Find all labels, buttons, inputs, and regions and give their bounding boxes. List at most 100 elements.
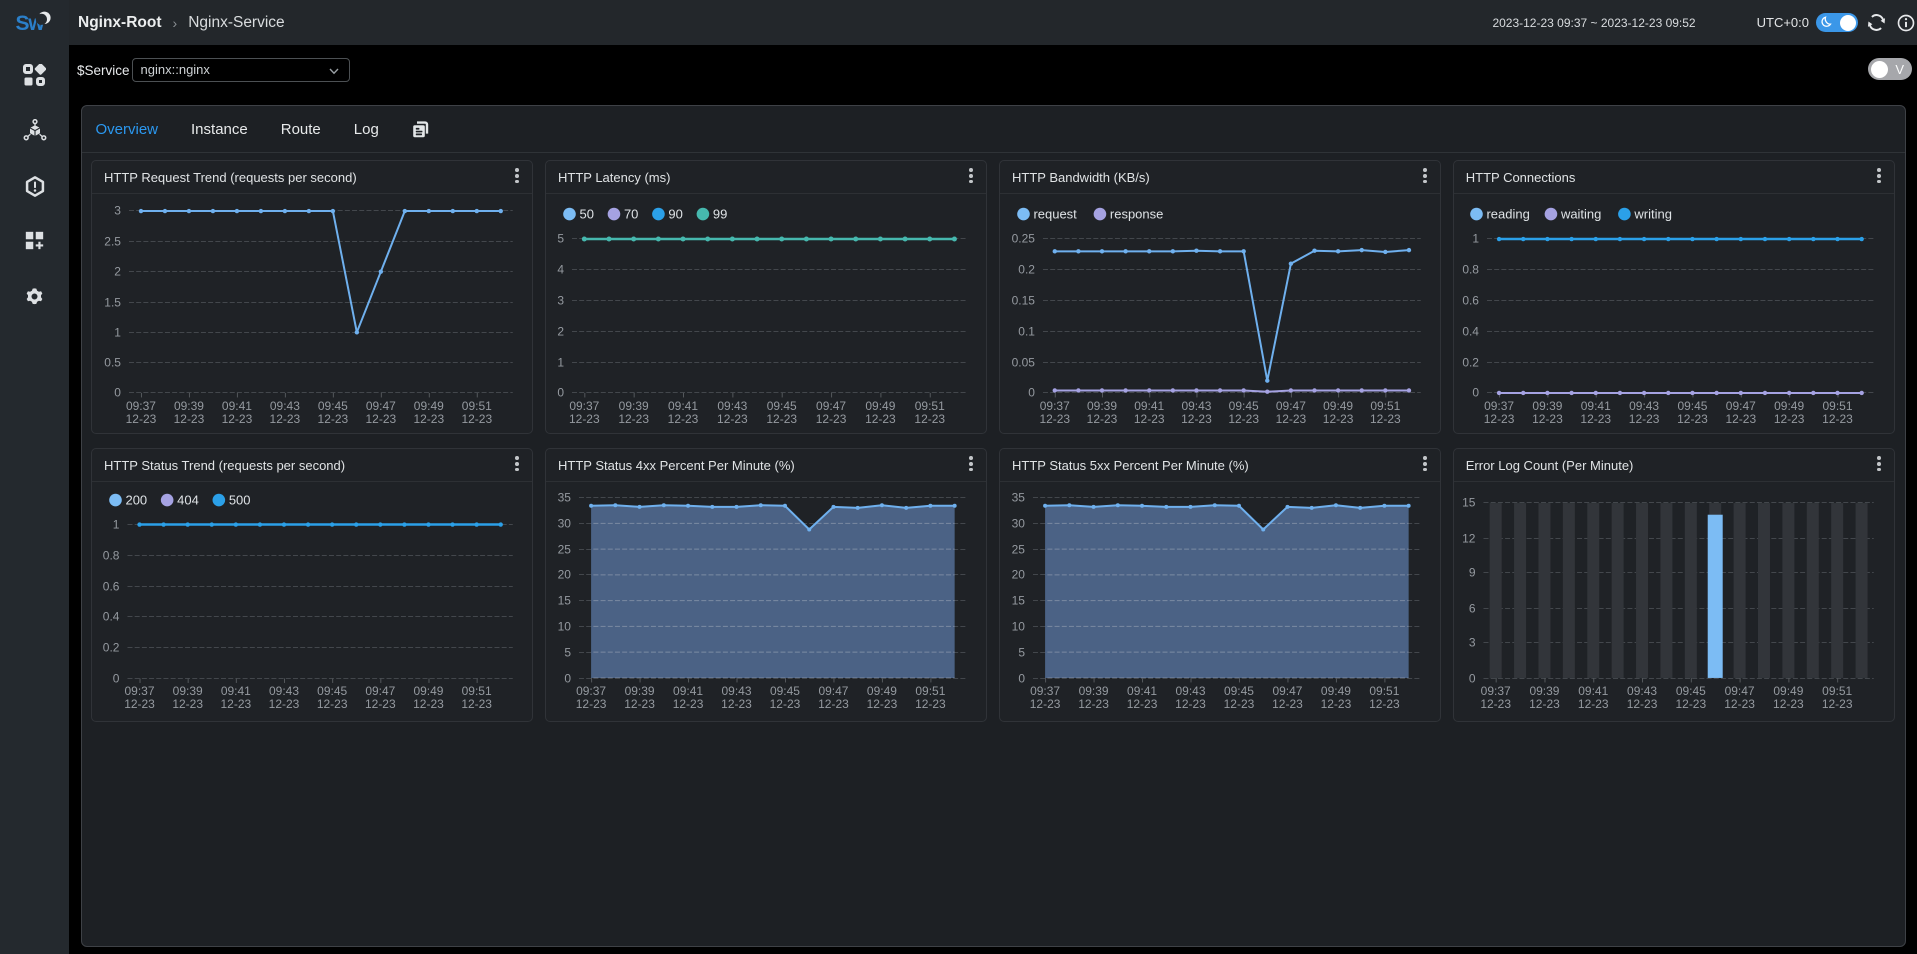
svg-text:12-23: 12-23 <box>220 696 251 710</box>
svg-text:1: 1 <box>1473 231 1480 245</box>
svg-text:09:43: 09:43 <box>1181 398 1211 412</box>
svg-text:12-23: 12-23 <box>1228 411 1259 425</box>
svg-text:09:51: 09:51 <box>1370 398 1400 412</box>
svg-text:1: 1 <box>112 517 119 531</box>
svg-text:09:41: 09:41 <box>1581 398 1611 412</box>
svg-text:15: 15 <box>1011 593 1025 607</box>
svg-text:404: 404 <box>177 492 199 507</box>
svg-text:12-23: 12-23 <box>1039 411 1070 425</box>
svg-text:12-23: 12-23 <box>1822 411 1853 425</box>
svg-text:12-23: 12-23 <box>221 411 252 425</box>
svg-text:09:47: 09:47 <box>1272 683 1302 697</box>
svg-text:09:51: 09:51 <box>461 398 491 412</box>
svg-text:09:49: 09:49 <box>1774 398 1804 412</box>
svg-text:0: 0 <box>1028 385 1035 399</box>
svg-text:09:49: 09:49 <box>1320 683 1350 697</box>
svg-text:12-23: 12-23 <box>1677 411 1708 425</box>
svg-text:12-23: 12-23 <box>1370 411 1401 425</box>
svg-text:12-23: 12-23 <box>413 411 444 425</box>
svg-text:35: 35 <box>557 490 571 504</box>
svg-text:09:41: 09:41 <box>1134 398 1164 412</box>
svg-text:2.5: 2.5 <box>104 234 121 248</box>
svg-text:09:45: 09:45 <box>1228 398 1258 412</box>
svg-text:1.5: 1.5 <box>104 295 121 309</box>
svg-text:2: 2 <box>114 264 121 278</box>
svg-text:09:43: 09:43 <box>1627 683 1657 697</box>
svg-text:0.5: 0.5 <box>104 355 121 369</box>
svg-text:12-23: 12-23 <box>1627 696 1658 710</box>
svg-text:12-23: 12-23 <box>672 696 703 710</box>
svg-text:12-23: 12-23 <box>1774 411 1805 425</box>
svg-text:09:39: 09:39 <box>1087 398 1117 412</box>
svg-text:3: 3 <box>557 293 564 307</box>
svg-text:12-23: 12-23 <box>1320 696 1351 710</box>
svg-text:0.1: 0.1 <box>1018 324 1035 338</box>
svg-text:09:37: 09:37 <box>1481 683 1511 697</box>
svg-text:12-23: 12-23 <box>316 696 347 710</box>
svg-text:09:39: 09:39 <box>1533 398 1563 412</box>
svg-text:12-23: 12-23 <box>172 696 203 710</box>
svg-text:09:45: 09:45 <box>766 398 796 412</box>
svg-text:09:47: 09:47 <box>365 683 395 697</box>
svg-text:09:41: 09:41 <box>668 398 698 412</box>
svg-text:0: 0 <box>1018 671 1025 685</box>
svg-text:09:49: 09:49 <box>865 398 895 412</box>
svg-text:50: 50 <box>579 206 593 221</box>
svg-text:09:45: 09:45 <box>1223 683 1253 697</box>
svg-text:09:45: 09:45 <box>317 398 347 412</box>
svg-text:12-23: 12-23 <box>269 411 300 425</box>
svg-text:12-23: 12-23 <box>365 411 396 425</box>
svg-text:12-23: 12-23 <box>1275 411 1306 425</box>
svg-text:9: 9 <box>1469 565 1476 579</box>
svg-text:09:47: 09:47 <box>1725 683 1755 697</box>
svg-text:12-23: 12-23 <box>1481 696 1512 710</box>
svg-text:0.6: 0.6 <box>1463 293 1480 307</box>
svg-text:waiting: waiting <box>1560 206 1601 221</box>
svg-text:09:37: 09:37 <box>124 683 154 697</box>
svg-text:12-23: 12-23 <box>667 411 698 425</box>
svg-text:12-23: 12-23 <box>766 411 797 425</box>
svg-text:12-23: 12-23 <box>1086 411 1117 425</box>
svg-text:09:43: 09:43 <box>1629 398 1659 412</box>
svg-text:12-23: 12-23 <box>1581 411 1612 425</box>
svg-text:15: 15 <box>1462 495 1476 509</box>
svg-text:09:37: 09:37 <box>125 398 155 412</box>
svg-text:0.4: 0.4 <box>102 609 119 623</box>
svg-text:09:41: 09:41 <box>220 683 250 697</box>
svg-text:12-23: 12-23 <box>1133 411 1164 425</box>
svg-text:09:37: 09:37 <box>1030 683 1060 697</box>
svg-text:10: 10 <box>557 619 571 633</box>
svg-text:0.25: 0.25 <box>1011 231 1035 245</box>
svg-text:reading: reading <box>1487 206 1530 221</box>
svg-text:12-23: 12-23 <box>866 696 897 710</box>
svg-text:12-23: 12-23 <box>1369 696 1400 710</box>
svg-text:09:39: 09:39 <box>618 398 648 412</box>
svg-text:09:47: 09:47 <box>365 398 395 412</box>
svg-text:12-23: 12-23 <box>1223 696 1254 710</box>
svg-text:09:51: 09:51 <box>914 398 944 412</box>
svg-text:request: request <box>1033 206 1077 221</box>
svg-text:12-23: 12-23 <box>1822 696 1853 710</box>
svg-text:4: 4 <box>557 262 564 276</box>
svg-text:0: 0 <box>564 671 571 685</box>
svg-text:5: 5 <box>1018 645 1025 659</box>
svg-text:0.15: 0.15 <box>1011 293 1035 307</box>
svg-text:09:37: 09:37 <box>1484 398 1514 412</box>
svg-text:1: 1 <box>114 325 121 339</box>
svg-text:12-23: 12-23 <box>1078 696 1109 710</box>
svg-text:12-23: 12-23 <box>1578 696 1609 710</box>
svg-text:500: 500 <box>228 492 250 507</box>
svg-text:12-23: 12-23 <box>618 411 649 425</box>
svg-text:15: 15 <box>557 593 571 607</box>
svg-text:12-23: 12-23 <box>461 411 492 425</box>
svg-text:09:47: 09:47 <box>816 398 846 412</box>
svg-text:5: 5 <box>564 645 571 659</box>
svg-text:09:49: 09:49 <box>1323 398 1353 412</box>
svg-text:12-23: 12-23 <box>1676 696 1707 710</box>
svg-text:0: 0 <box>112 671 119 685</box>
svg-text:12-23: 12-23 <box>1029 696 1060 710</box>
svg-text:30: 30 <box>557 516 571 530</box>
svg-text:09:47: 09:47 <box>818 683 848 697</box>
svg-text:09:47: 09:47 <box>1726 398 1756 412</box>
svg-text:09:49: 09:49 <box>866 683 896 697</box>
